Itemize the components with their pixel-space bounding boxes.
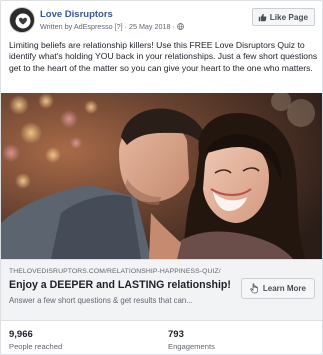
link-description: Answer a few short questions & get resul… <box>9 296 193 305</box>
link-headline[interactable]: Enjoy a DEEPER and LASTING relationship! <box>9 279 231 291</box>
post-stats: 9,966 People reached 793 Engagements <box>1 321 322 354</box>
globe-icon <box>177 23 184 30</box>
learn-more-button[interactable]: Learn More <box>240 278 315 299</box>
reach-label: People reached <box>9 342 63 351</box>
engagement-value: 793 <box>168 329 184 340</box>
link-preview[interactable]: THELOVEDISRUPTORS.COM/RELATIONSHIP-HAPPI… <box>1 259 322 321</box>
thumbs-up-icon <box>258 13 267 21</box>
reach-stat: 9,966 People reached <box>9 329 62 351</box>
cursor-icon <box>250 283 258 294</box>
love-disruptors-logo-icon <box>10 8 34 32</box>
reach-value: 9,966 <box>9 329 33 340</box>
engagement-label: Engagements <box>168 342 215 351</box>
byline-text: Written by AdEspresso [?] · 25 May 2018 … <box>40 22 175 31</box>
ad-image[interactable] <box>1 93 322 259</box>
link-domain: THELOVEDISRUPTORS.COM/RELATIONSHIP-HAPPI… <box>9 268 221 275</box>
couple-photo <box>1 93 322 259</box>
learn-more-label: Learn More <box>262 284 306 293</box>
page-name-link[interactable]: Love Disruptors <box>40 9 113 20</box>
like-page-label: Like Page <box>269 12 308 22</box>
post-meta: Written by AdEspresso [?] · 25 May 2018 … <box>40 22 184 31</box>
engagement-stat: 793 Engagements <box>168 329 215 351</box>
like-page-button[interactable]: Like Page <box>251 8 315 26</box>
page-avatar[interactable] <box>9 7 35 33</box>
ad-post-card: Love Disruptors Written by AdEspresso [?… <box>0 0 323 355</box>
post-body-text: Limiting beliefs are relationship killer… <box>9 40 318 73</box>
post-header: Love Disruptors Written by AdEspresso [?… <box>9 7 316 37</box>
